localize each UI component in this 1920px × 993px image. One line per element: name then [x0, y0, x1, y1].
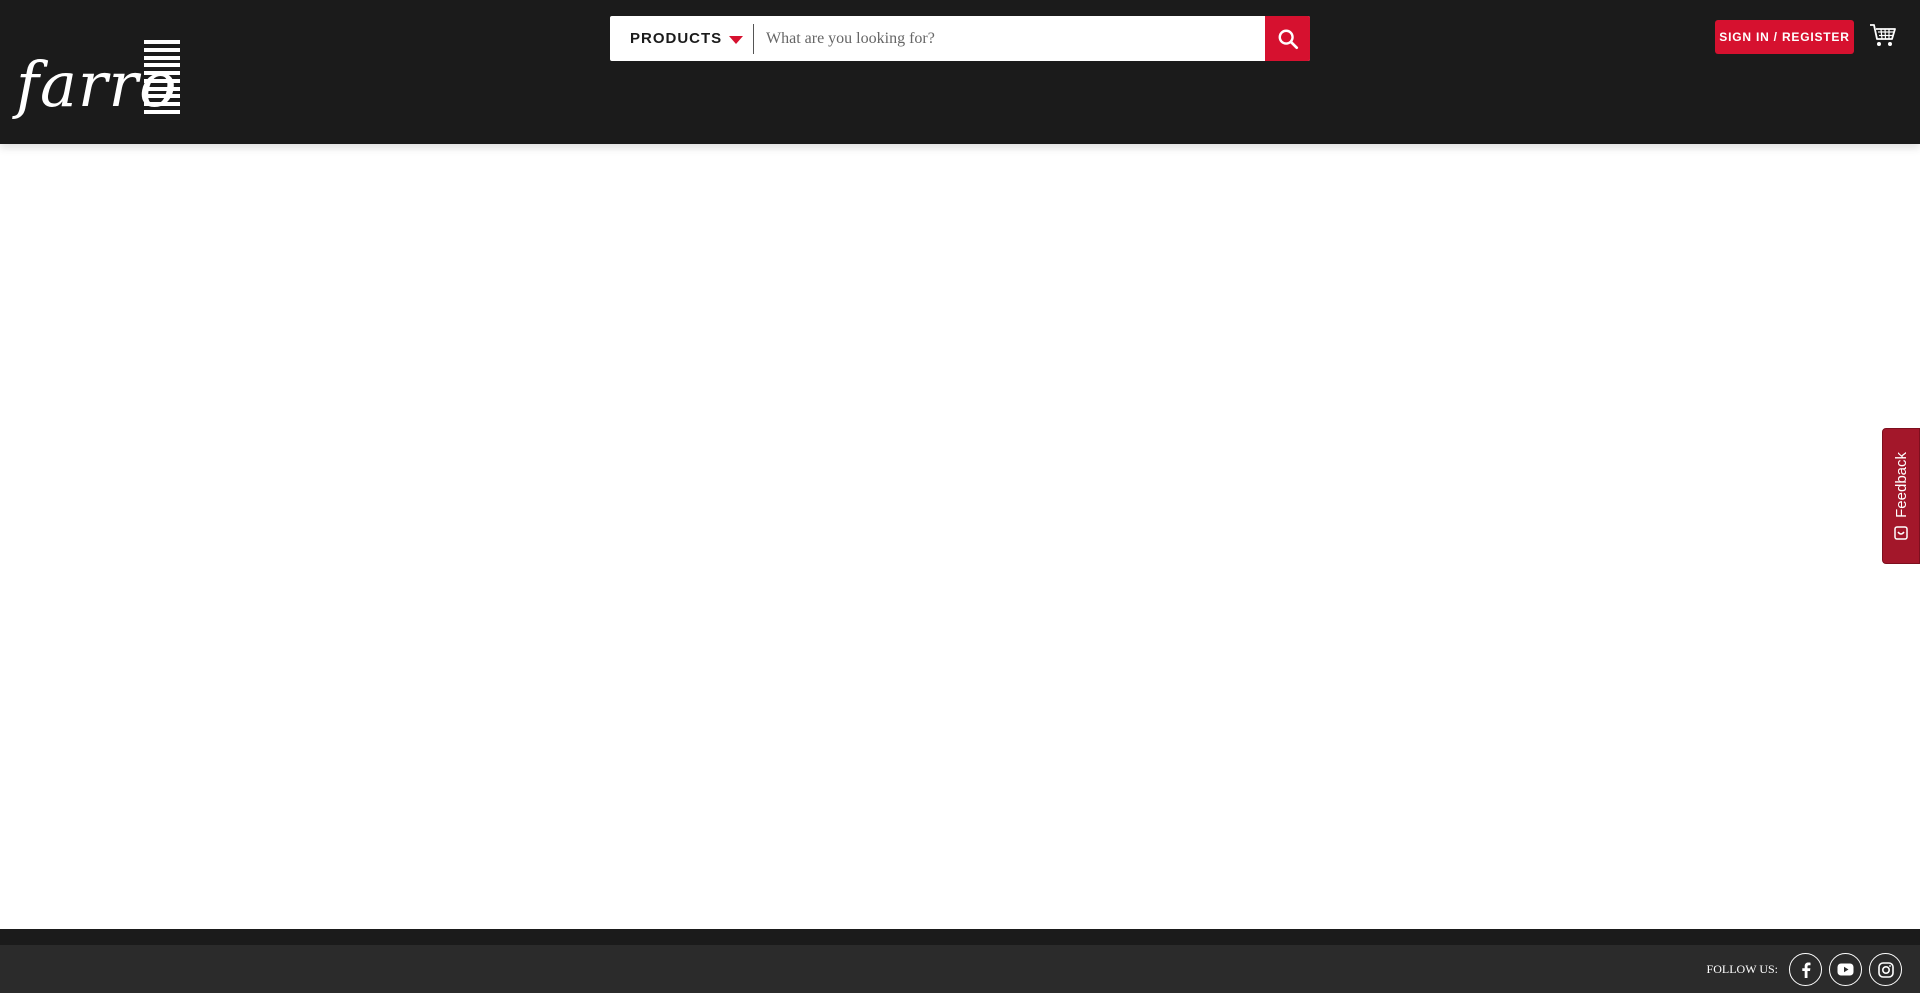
products-dropdown[interactable]: PRODUCTS: [610, 16, 753, 61]
feedback-tab[interactable]: Feedback: [1882, 428, 1920, 564]
follow-us-label: FOLLOW US:: [1706, 962, 1778, 976]
site-footer: FOLLOW US:: [0, 929, 1920, 993]
farro-logo[interactable]: farro: [16, 38, 182, 116]
logo-bars-mark: [144, 40, 180, 114]
feedback-icon: [1894, 526, 1908, 540]
search-bar: PRODUCTS: [610, 16, 1310, 61]
cart-icon: [1870, 24, 1896, 46]
search-button[interactable]: [1265, 16, 1310, 61]
search-icon: [1278, 29, 1298, 49]
youtube-link[interactable]: [1829, 953, 1862, 986]
youtube-icon: [1837, 963, 1854, 976]
facebook-icon: [1801, 962, 1810, 978]
caret-down-icon: [729, 35, 744, 44]
feedback-label: Feedback: [1892, 452, 1910, 518]
footer-top-strip: [0, 929, 1920, 945]
instagram-link[interactable]: [1869, 953, 1902, 986]
sign-in-register-button[interactable]: SIGN IN / REGISTER: [1715, 20, 1854, 54]
instagram-icon: [1877, 961, 1894, 978]
cart-button[interactable]: [1869, 22, 1897, 48]
search-input[interactable]: [754, 16, 1265, 61]
facebook-link[interactable]: [1789, 953, 1822, 986]
main-content-area: [0, 144, 1920, 929]
products-dropdown-label: PRODUCTS: [630, 30, 723, 47]
follow-us: FOLLOW US:: [1707, 953, 1902, 986]
site-header: farro PRODUCTS SIGN IN / REGISTER: [0, 0, 1920, 144]
